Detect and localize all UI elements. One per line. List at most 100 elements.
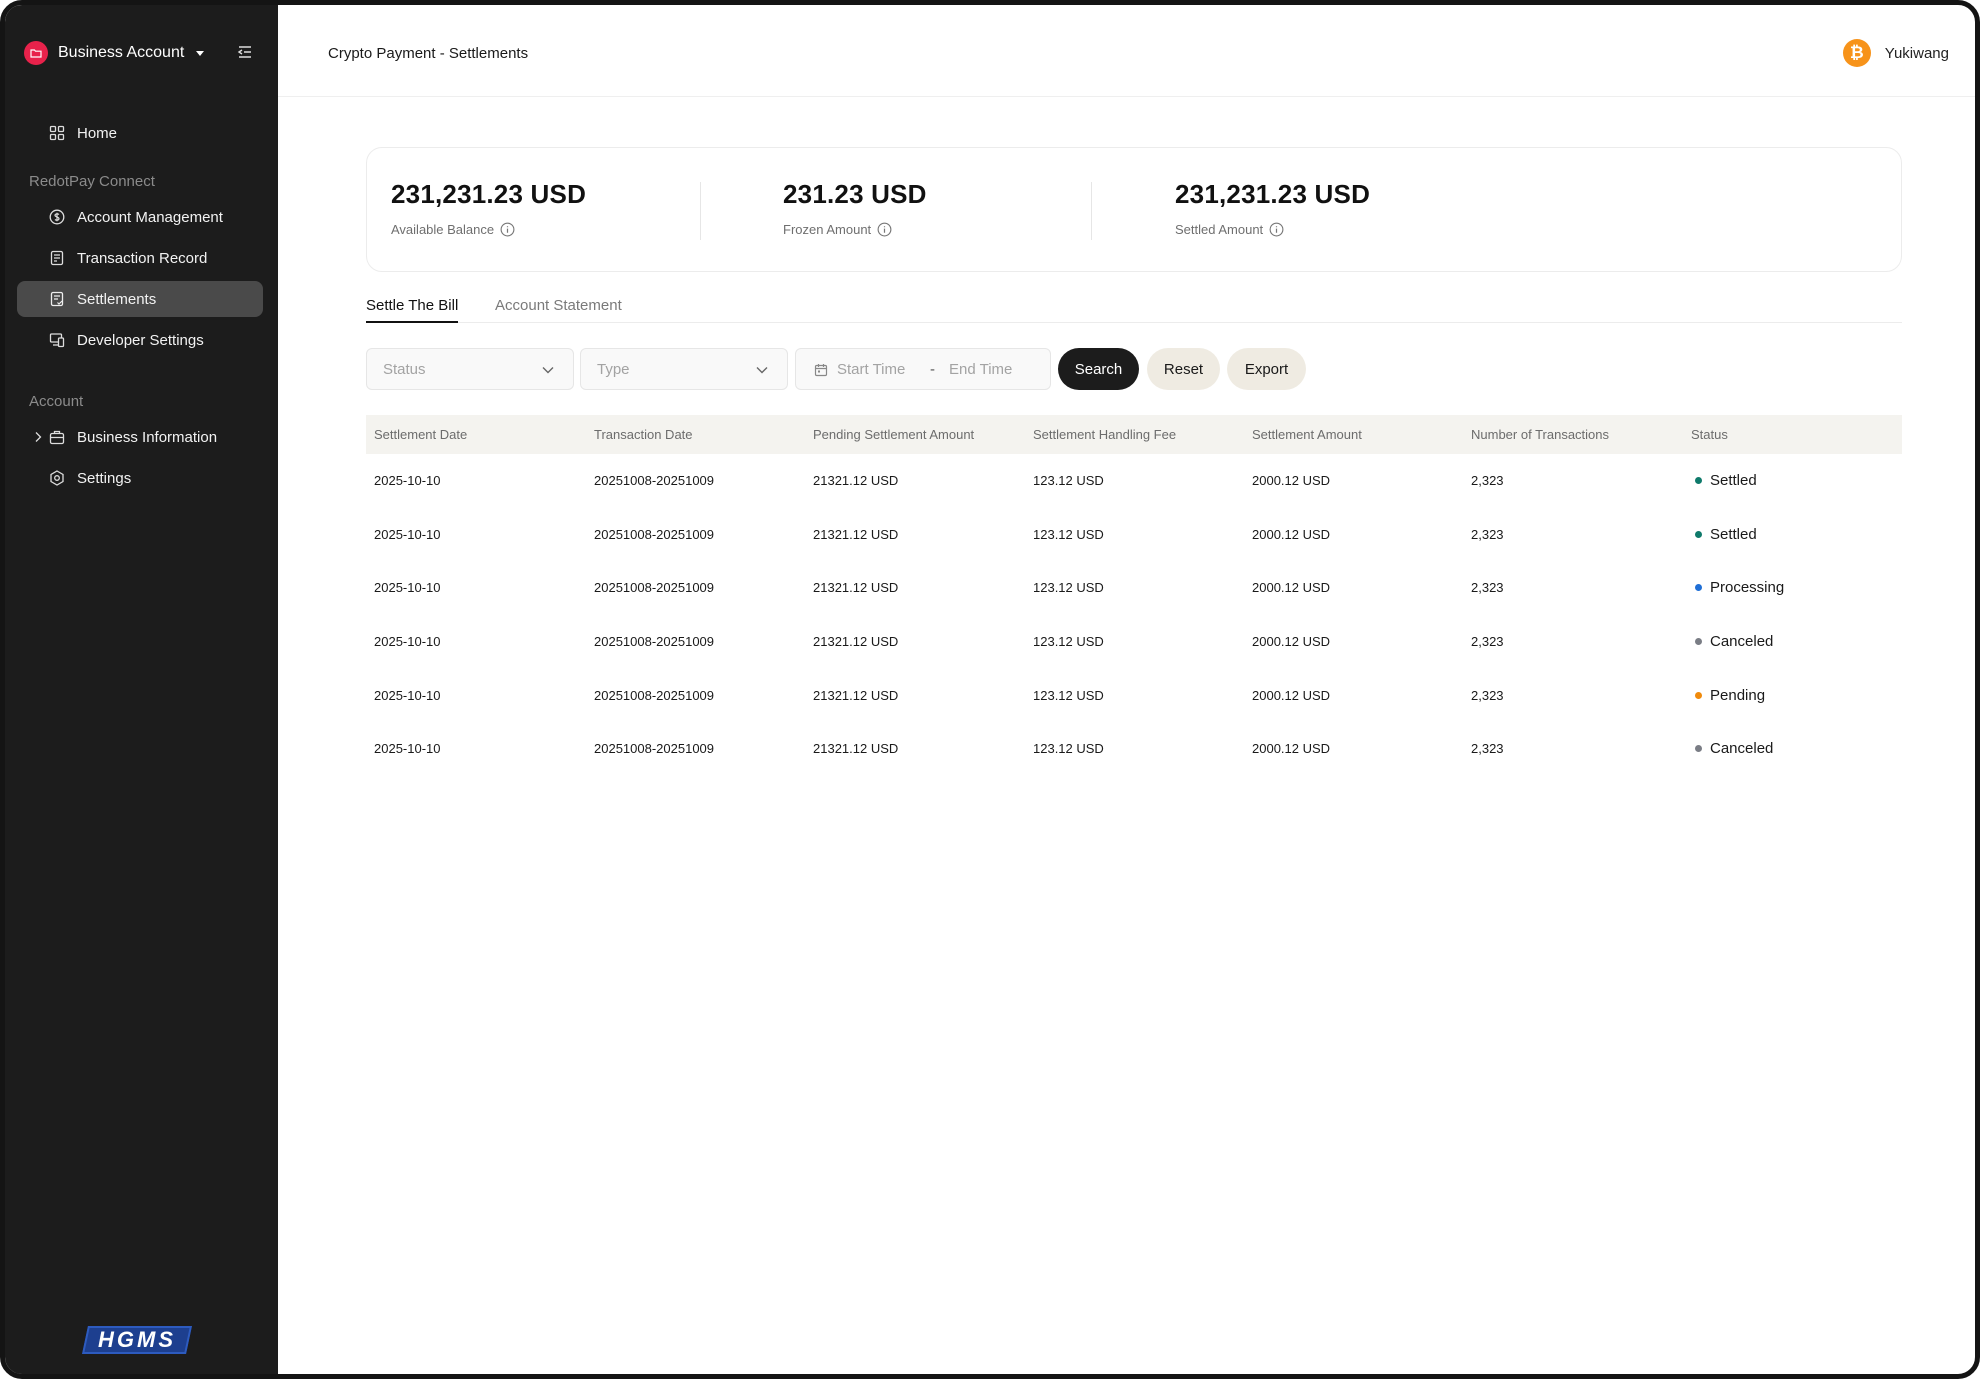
sidebar-item-label: Business Information bbox=[77, 428, 218, 446]
collapse-sidebar-icon[interactable] bbox=[237, 44, 253, 60]
logo-text: HGMS bbox=[98, 1327, 176, 1352]
username: Yukiwang bbox=[1884, 44, 1949, 62]
col-handling-fee: Settlement Handling Fee bbox=[1033, 427, 1177, 442]
sidebar-item-label: Home bbox=[77, 124, 118, 142]
type-select-placeholder: Type bbox=[597, 360, 630, 378]
cell-num-transactions: 2,323 bbox=[1471, 526, 1504, 542]
status-badge: Pending bbox=[1691, 687, 1765, 704]
tab-bar: Settle The Bill Account Statement bbox=[366, 297, 1902, 323]
sidebar-item-business-information[interactable]: Business Information bbox=[17, 419, 263, 455]
table-row[interactable]: 2025-10-10 20251008-20251009 21321.12 US… bbox=[366, 722, 1902, 776]
status-select-placeholder: Status bbox=[383, 360, 426, 378]
nav-group-account: Account bbox=[29, 393, 84, 410]
status-dot bbox=[1695, 584, 1702, 592]
sidebar-item-transaction-record[interactable]: Transaction Record bbox=[17, 240, 263, 276]
frozen-amount-label-row: Frozen Amount bbox=[783, 222, 927, 237]
tab-account-statement[interactable]: Account Statement bbox=[495, 297, 622, 323]
info-icon[interactable] bbox=[500, 222, 515, 237]
table-row[interactable]: 2025-10-10 20251008-20251009 21321.12 US… bbox=[366, 508, 1902, 562]
cell-num-transactions: 2,323 bbox=[1471, 580, 1504, 596]
sidebar-item-settlements[interactable]: Settlements bbox=[17, 281, 263, 317]
sidebar-item-settings[interactable]: Settings bbox=[17, 460, 263, 496]
cell-settlement-amount: 2000.12 USD bbox=[1252, 580, 1331, 596]
sidebar-item-home[interactable]: Home bbox=[17, 115, 263, 151]
status-text: Settled bbox=[1710, 525, 1757, 543]
status-text: Canceled bbox=[1710, 633, 1774, 651]
calendar-icon bbox=[814, 364, 828, 377]
available-balance-label-row: Available Balance bbox=[391, 222, 586, 237]
table-header: Settlement Date Transaction Date Pending… bbox=[366, 415, 1902, 454]
cell-num-transactions: 2,323 bbox=[1471, 634, 1504, 650]
dollar-circle-icon bbox=[49, 209, 65, 225]
cell-pending-amount: 21321.12 USD bbox=[813, 526, 899, 542]
cell-handling-fee: 123.12 USD bbox=[1033, 634, 1104, 650]
balance-summary-card: 231,231.23 USD Available Balance 231.23 … bbox=[366, 147, 1902, 272]
tab-settle-the-bill[interactable]: Settle The Bill bbox=[366, 297, 459, 323]
cell-num-transactions: 2,323 bbox=[1471, 687, 1504, 703]
reset-button[interactable]: Reset bbox=[1147, 348, 1220, 390]
settled-amount-label: Settled Amount bbox=[1175, 222, 1264, 237]
chevron-down-icon bbox=[542, 367, 554, 374]
caret-down-icon bbox=[196, 50, 205, 56]
search-button[interactable]: Search bbox=[1058, 348, 1139, 390]
status-badge: Processing bbox=[1691, 579, 1784, 596]
sidebar: Business Account Home RedotPay Connect A… bbox=[5, 5, 278, 1374]
status-text: Canceled bbox=[1710, 740, 1774, 758]
document-icon bbox=[50, 250, 64, 266]
sidebar-item-label: Transaction Record bbox=[77, 249, 208, 267]
cell-handling-fee: 123.12 USD bbox=[1033, 741, 1104, 757]
cell-transaction-date: 20251008-20251009 bbox=[594, 473, 715, 489]
cell-settlement-date: 2025-10-10 bbox=[374, 526, 441, 542]
devices-icon bbox=[49, 333, 65, 348]
divider bbox=[700, 182, 701, 240]
table-row[interactable]: 2025-10-10 20251008-20251009 21321.12 US… bbox=[366, 668, 1902, 722]
status-dot bbox=[1695, 638, 1702, 646]
status-text: Processing bbox=[1710, 579, 1785, 597]
status-dot bbox=[1695, 745, 1702, 753]
col-settlement-amount: Settlement Amount bbox=[1252, 427, 1362, 442]
available-balance-label: Available Balance bbox=[391, 222, 495, 237]
col-settlement-date: Settlement Date bbox=[374, 427, 468, 442]
user-menu[interactable]: ₿ Yukiwang bbox=[1842, 39, 1949, 67]
table-row[interactable]: 2025-10-10 20251008-20251009 21321.12 US… bbox=[366, 454, 1902, 508]
account-switcher[interactable]: Business Account bbox=[24, 37, 205, 69]
date-range-picker[interactable]: Start Time - End Time bbox=[795, 348, 1051, 390]
cell-transaction-date: 20251008-20251009 bbox=[594, 580, 715, 596]
start-time-input[interactable]: Start Time bbox=[837, 361, 905, 378]
status-select[interactable]: Status bbox=[366, 348, 574, 390]
type-select[interactable]: Type bbox=[580, 348, 788, 390]
cell-pending-amount: 21321.12 USD bbox=[813, 580, 899, 596]
col-transaction-date: Transaction Date bbox=[594, 427, 693, 442]
sidebar-item-account-management[interactable]: Account Management bbox=[17, 199, 263, 235]
cell-settlement-date: 2025-10-10 bbox=[374, 741, 441, 757]
settled-amount-value: 231,231.23 USD bbox=[1175, 179, 1371, 209]
briefcase-icon bbox=[49, 430, 65, 445]
sidebar-item-label: Account Management bbox=[77, 208, 223, 226]
chevron-right-icon[interactable] bbox=[33, 431, 43, 443]
nav-group-redotpay-connect: RedotPay Connect bbox=[29, 173, 155, 190]
info-icon[interactable] bbox=[877, 222, 892, 237]
table-row[interactable]: 2025-10-10 20251008-20251009 21321.12 US… bbox=[366, 615, 1902, 669]
export-button[interactable]: Export bbox=[1227, 348, 1306, 390]
status-badge: Canceled bbox=[1691, 740, 1773, 757]
settlements-table: Settlement Date Transaction Date Pending… bbox=[366, 415, 1902, 776]
page-title: Crypto Payment - Settlements bbox=[328, 45, 529, 62]
cell-handling-fee: 123.12 USD bbox=[1033, 473, 1104, 489]
status-text: Pending bbox=[1710, 686, 1766, 704]
folder-icon bbox=[24, 41, 48, 65]
frozen-amount-value: 231.23 USD bbox=[783, 179, 927, 209]
sidebar-item-developer-settings[interactable]: Developer Settings bbox=[17, 322, 263, 358]
cell-pending-amount: 21321.12 USD bbox=[813, 473, 899, 489]
cell-settlement-date: 2025-10-10 bbox=[374, 580, 441, 596]
sidebar-item-label: Settlements bbox=[77, 290, 157, 308]
cell-settlement-date: 2025-10-10 bbox=[374, 687, 441, 703]
sidebar-item-label: Developer Settings bbox=[77, 331, 204, 349]
status-badge: Settled bbox=[1691, 472, 1757, 489]
table-row[interactable]: 2025-10-10 20251008-20251009 21321.12 US… bbox=[366, 561, 1902, 615]
info-icon[interactable] bbox=[1269, 222, 1284, 237]
cell-pending-amount: 21321.12 USD bbox=[813, 741, 899, 757]
end-time-input[interactable]: End Time bbox=[949, 361, 1012, 378]
cell-settlement-date: 2025-10-10 bbox=[374, 473, 441, 489]
settled-amount-label-row: Settled Amount bbox=[1175, 222, 1370, 237]
frozen-amount: 231.23 USD Frozen Amount bbox=[783, 179, 927, 237]
